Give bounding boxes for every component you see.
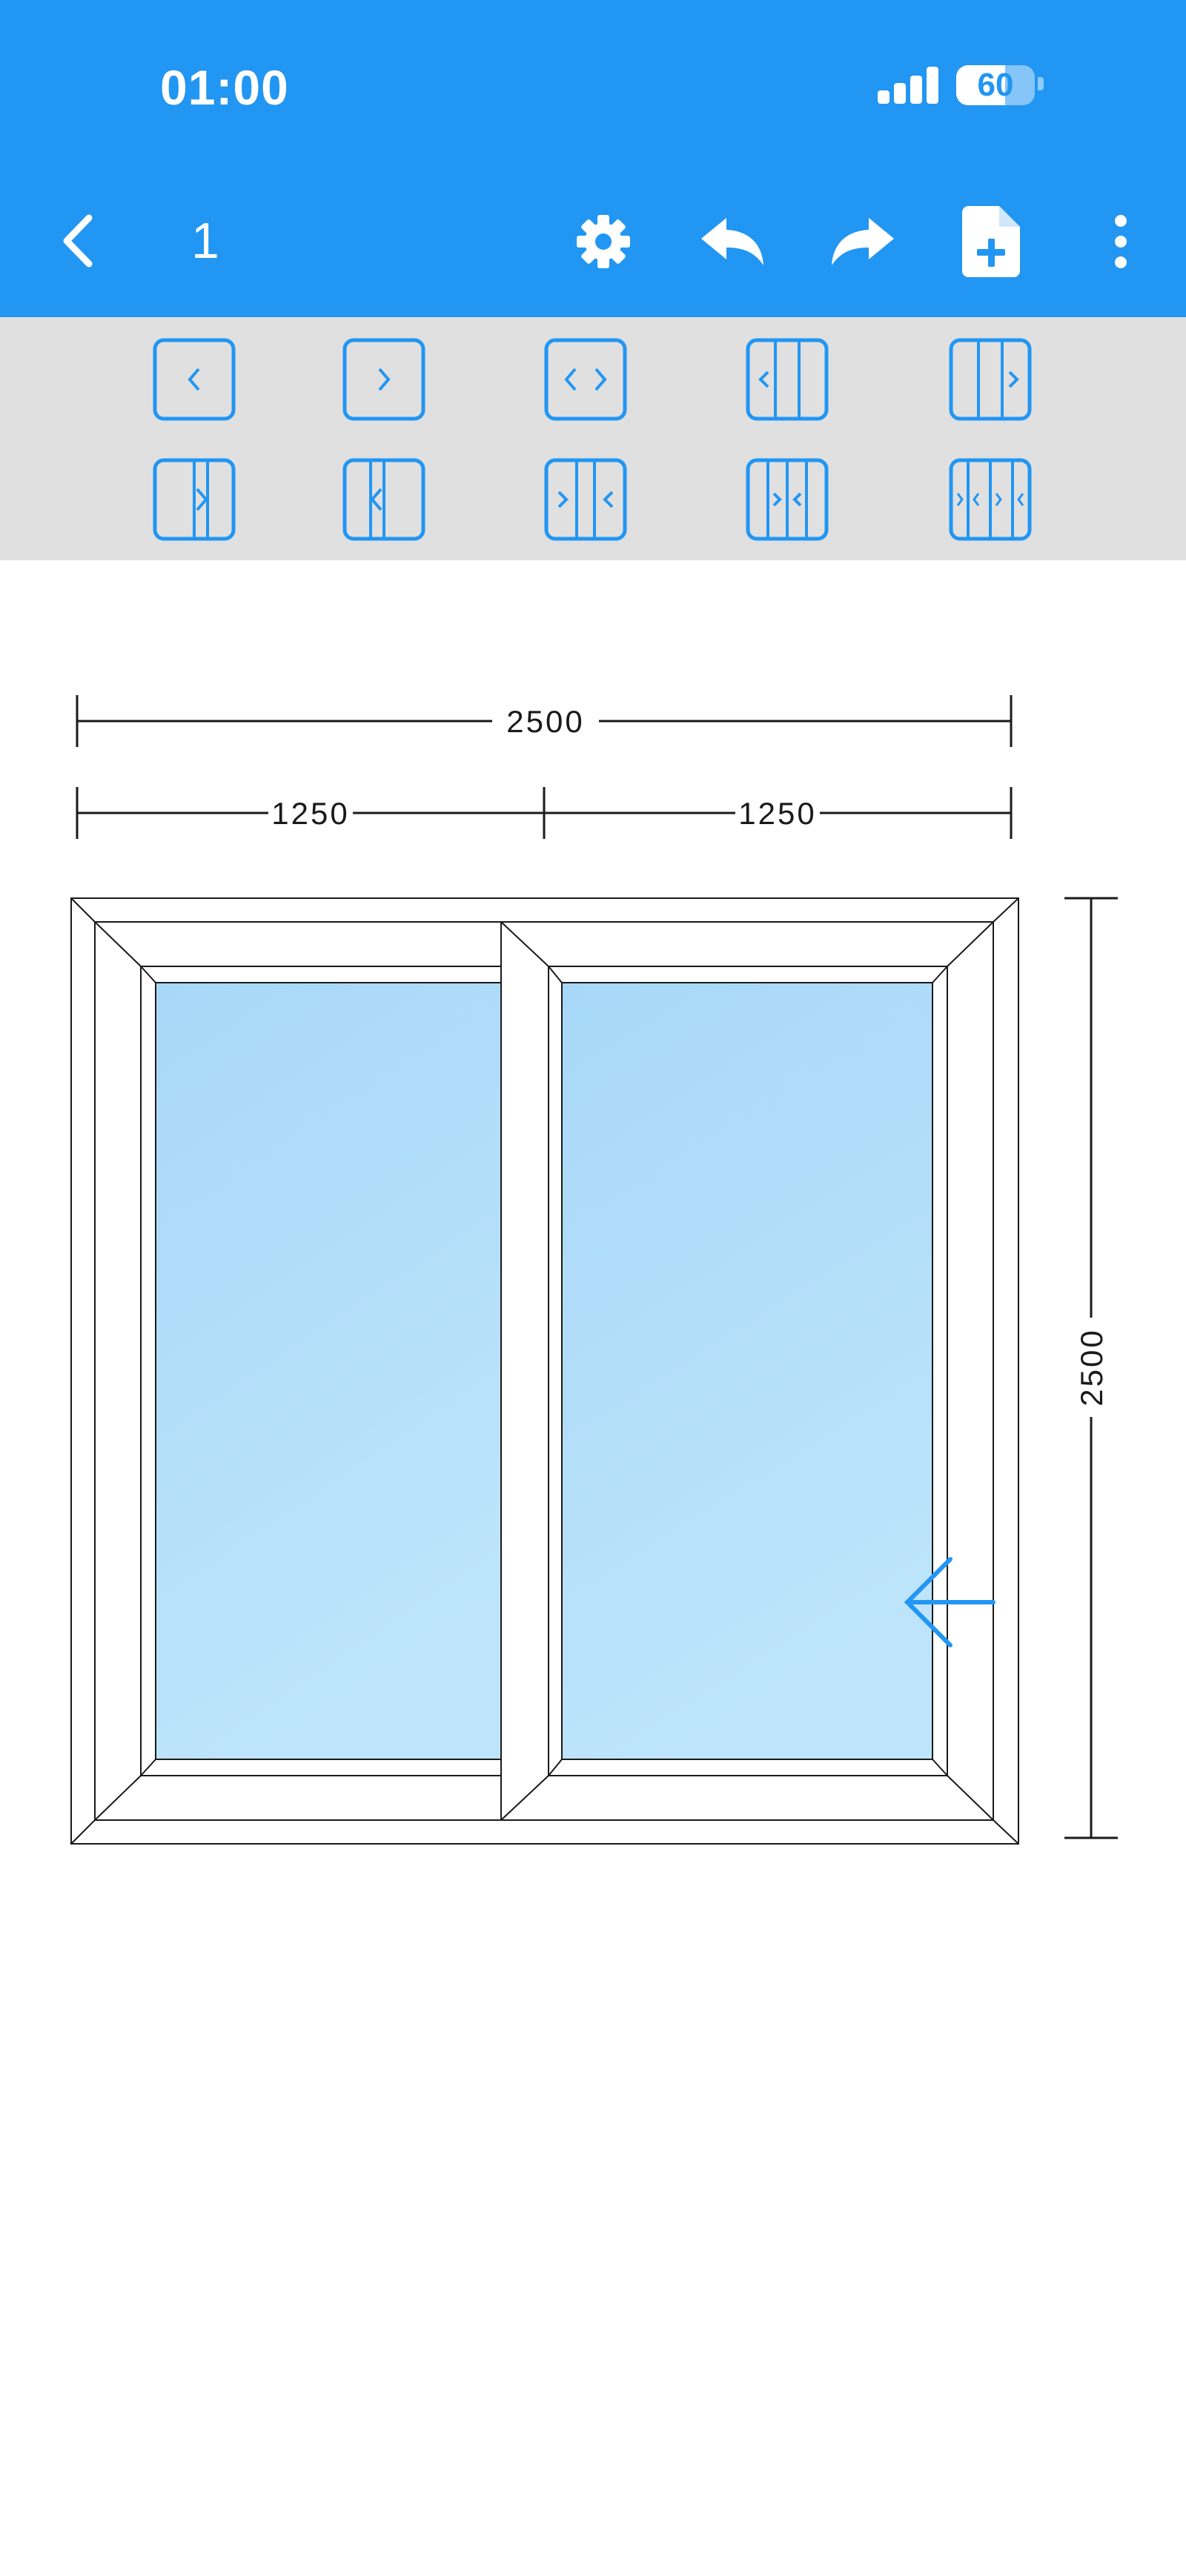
height-label: 2500 [1074,1328,1109,1406]
two-pane-right-open-icon [949,338,1032,421]
opening-slide-right-button[interactable] [153,458,236,541]
signal-icon [875,64,941,108]
back-button[interactable] [52,208,104,274]
single-sash-open-right-icon [342,338,425,421]
opening-slide-apart-button[interactable] [544,458,627,541]
settings-button[interactable] [575,213,632,270]
more-options-button[interactable] [1107,212,1134,271]
left-sash[interactable] [94,921,502,1821]
document-number: 1 [191,213,219,269]
overall-width-label: 2500 [506,704,584,739]
opening-open-left-button[interactable] [153,338,236,421]
file-add-icon [962,206,1020,277]
four-pane-slide-icon [949,458,1032,541]
redo-button[interactable] [829,215,895,268]
battery-icon: 60 [956,65,1035,105]
two-pane-slide-apart-icon [544,458,627,541]
opening-four-pane-button[interactable] [949,458,1032,541]
status-indicators: 60 [875,64,1053,108]
gear-icon [577,215,630,268]
opening-two-pane-right-button[interactable] [949,338,1032,421]
app-bar: 01:00 60 1 [0,0,1186,317]
opening-type-panel [0,317,1186,560]
undo-button[interactable] [700,215,766,268]
opening-slide-left-button[interactable] [342,458,425,541]
section-width-left-label: 1250 [271,796,349,831]
opening-three-pane-button[interactable] [746,458,829,541]
right-sash[interactable] [500,921,994,1821]
section-width-dimension [76,787,1013,839]
new-document-button[interactable] [962,206,1020,277]
undo-icon [701,218,763,265]
window-drawing: 2500 1250 1250 2500 [70,695,1118,1845]
opening-open-both-button[interactable] [544,338,627,421]
chevron-left-icon [63,214,93,268]
opening-two-pane-left-button[interactable] [746,338,829,421]
two-pane-slide-right-icon [153,458,236,541]
window-drawing-canvas[interactable]: 2500 1250 1250 2500 [0,560,1186,2576]
battery-level: 60 [977,67,1014,103]
two-pane-slide-left-icon [342,458,425,541]
three-pane-slide-icon [746,458,829,541]
status-time: 01:00 [160,60,289,115]
single-sash-open-both-icon [544,338,627,421]
more-vertical-icon [1115,215,1127,268]
two-pane-left-open-icon [746,338,829,421]
section-width-right-label: 1250 [738,796,816,831]
opening-open-right-button[interactable] [342,338,425,421]
single-sash-open-left-icon [153,338,236,421]
redo-icon [832,218,894,265]
